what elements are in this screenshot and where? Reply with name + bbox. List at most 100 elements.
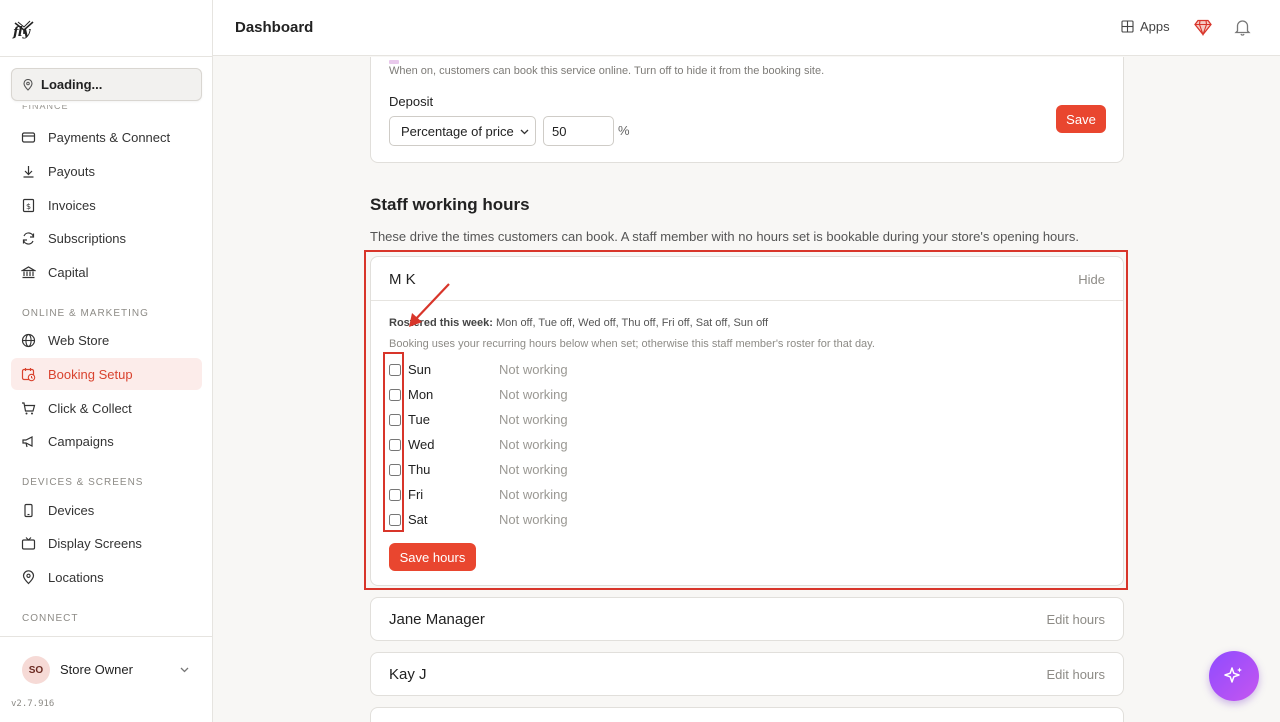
day-row-sat: Sat Not working (389, 511, 568, 529)
day-checkbox-tue[interactable] (389, 414, 401, 426)
megaphone-icon (22, 435, 33, 447)
hide-button[interactable]: Hide (1078, 272, 1105, 287)
online-booking-help: When on, customers can book this service… (389, 65, 825, 77)
staff-card-next (370, 707, 1124, 722)
sidebar-item-label: Locations (48, 569, 104, 585)
pin-icon (22, 569, 35, 584)
gem-icon[interactable] (1194, 19, 1212, 36)
day-label: Thu (408, 462, 431, 477)
calendar-clock-icon (21, 367, 36, 381)
location-selector[interactable]: Loading... (11, 68, 202, 101)
day-status: Not working (499, 462, 568, 477)
logo-text: fly (13, 25, 31, 40)
deposit-type-select[interactable]: Percentage of price (389, 116, 536, 146)
rostered-label: Rostered this week: (389, 317, 493, 329)
day-row-sun: Sun Not working (389, 361, 568, 379)
sidebar-item-payments[interactable]: Payments & Connect (11, 121, 202, 153)
staff-hours-title: Staff working hours (370, 195, 530, 214)
sidebar-item-devices[interactable]: Devices (11, 494, 202, 526)
sidebar-top-divider (0, 56, 213, 57)
day-checkbox-mon[interactable] (389, 389, 401, 401)
sidebar-item-payouts[interactable]: Payouts (11, 155, 202, 187)
edit-hours-button[interactable]: Edit hours (1046, 612, 1105, 627)
day-row-mon: Mon Not working (389, 386, 568, 404)
sidebar-item-booking-setup[interactable]: Booking Setup (11, 358, 202, 390)
section-label-finance: FINANCE (22, 105, 69, 111)
day-label: Tue (408, 412, 430, 427)
deposit-label: Deposit (389, 94, 434, 109)
day-status: Not working (499, 387, 568, 402)
sidebar-item-web-store[interactable]: Web Store (11, 324, 202, 356)
top-header: Dashboard Apps (213, 0, 1280, 56)
day-checkbox-fri[interactable] (389, 489, 401, 501)
sidebar-item-campaigns[interactable]: Campaigns (11, 425, 202, 457)
staff-card-mk: M K Hide Rostered this week: Mon off, Tu… (370, 256, 1124, 586)
sidebar-item-locations[interactable]: Locations (11, 561, 202, 593)
day-label: Sun (408, 362, 432, 377)
deposit-type-value: Percentage of price (401, 123, 514, 139)
bank-icon (21, 265, 36, 278)
chevron-down-icon[interactable] (179, 664, 190, 675)
save-hours-button[interactable]: Save hours (389, 543, 476, 571)
sidebar-item-display-screens[interactable]: Display Screens (11, 527, 202, 559)
percent-unit: % (618, 123, 630, 138)
phone-icon (24, 503, 33, 517)
sidebar-item-invoices[interactable]: $ Invoices (11, 189, 202, 221)
sidebar-item-label: Devices (48, 502, 95, 518)
staff-hours-description: These drive the times customers can book… (370, 229, 1079, 244)
cart-icon (22, 401, 36, 414)
day-status: Not working (499, 512, 568, 527)
user-name[interactable]: Store Owner (60, 662, 133, 677)
sidebar-item-capital[interactable]: Capital (11, 256, 202, 288)
day-label: Fri (408, 487, 424, 502)
section-label-connect: CONNECT (22, 613, 79, 624)
day-checkbox-wed[interactable] (389, 439, 401, 451)
card-icon (21, 131, 36, 143)
sidebar-item-label: Subscriptions (48, 230, 127, 246)
page-title: Dashboard (235, 19, 314, 36)
bell-icon[interactable] (1234, 18, 1251, 36)
save-button[interactable]: Save (1056, 105, 1106, 133)
day-checkbox-sun[interactable] (389, 364, 401, 376)
sidebar-item-label: Web Store (48, 332, 110, 348)
ai-assistant-button[interactable] (1209, 651, 1259, 701)
day-row-fri: Fri Not working (389, 486, 568, 504)
online-booking-checkbox[interactable] (389, 60, 399, 64)
display-icon (21, 536, 36, 550)
service-settings-card: When on, customers can book this service… (370, 57, 1124, 163)
staff-card-kay-j: Kay J Edit hours (370, 652, 1124, 696)
chevron-down-icon (520, 129, 529, 135)
day-row-wed: Wed Not working (389, 436, 568, 454)
app-version: v2.7.916 (11, 699, 55, 709)
sidebar-bottom-divider (0, 636, 213, 637)
rostered-value: Mon off, Tue off, Wed off, Thu off, Fri … (495, 317, 769, 329)
section-label-devices: DEVICES & SCREENS (22, 477, 144, 488)
day-label: Sat (408, 512, 428, 527)
apps-label: Apps (1140, 19, 1170, 34)
day-status: Not working (499, 487, 568, 502)
day-row-thu: Thu Not working (389, 461, 568, 479)
invoice-icon: $ (22, 198, 35, 212)
avatar[interactable]: SO (22, 656, 50, 684)
main-content: When on, customers can book this service… (213, 57, 1280, 722)
apps-button[interactable]: Apps (1121, 19, 1170, 34)
globe-icon (21, 333, 36, 347)
day-label: Mon (408, 387, 434, 402)
download-icon (23, 165, 34, 178)
sidebar: fly Loading... FINANCE Payments & Connec… (0, 0, 213, 722)
refresh-icon (22, 231, 35, 245)
sparkle-icon (1224, 667, 1242, 683)
grid-icon (1121, 20, 1134, 33)
sidebar-item-subscriptions[interactable]: Subscriptions (11, 222, 202, 254)
svg-text:$: $ (26, 202, 31, 211)
sidebar-item-label: Click & Collect (48, 400, 132, 416)
day-checkbox-sat[interactable] (389, 514, 401, 526)
edit-hours-button[interactable]: Edit hours (1046, 667, 1105, 682)
sidebar-item-click-collect[interactable]: Click & Collect (11, 392, 202, 424)
day-status: Not working (499, 362, 568, 377)
map-pin-icon (23, 78, 33, 91)
staff-name: Jane Manager (389, 611, 485, 628)
deposit-amount-input[interactable] (543, 116, 614, 146)
sidebar-item-label: Booking Setup (48, 366, 133, 382)
day-checkbox-thu[interactable] (389, 464, 401, 476)
